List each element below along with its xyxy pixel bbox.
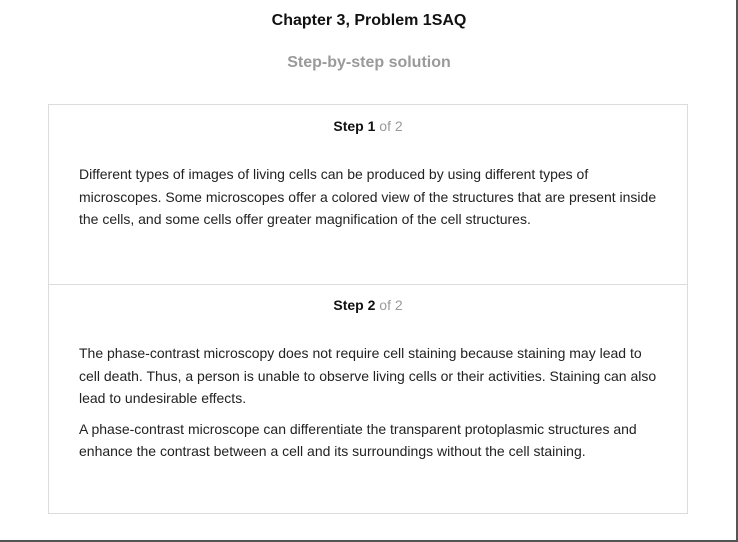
step-paragraph: A phase-contrast microscope can differen… xyxy=(79,420,637,460)
step-count: of 2 xyxy=(379,297,403,313)
step-header-1: Step 1 of 2 xyxy=(49,118,687,134)
page-title: Chapter 3, Problem 1SAQ xyxy=(271,12,467,29)
step-paragraph: Different types of images of living cell… xyxy=(79,166,657,227)
step-number: 1 xyxy=(367,118,376,134)
step-section-1: Step 1 of 2 Different types of images of… xyxy=(49,105,687,285)
step-label: Step xyxy=(333,118,364,134)
step-label: Step xyxy=(333,297,364,313)
solution-card: Step 1 of 2 Different types of images of… xyxy=(48,104,688,514)
step-count: of 2 xyxy=(379,118,403,134)
step-paragraph: The phase-contrast microscopy does not r… xyxy=(79,345,657,406)
step-body-2: The phase-contrast microscopy does not r… xyxy=(79,342,664,471)
step-section-2: Step 2 of 2 The phase-contrast microscop… xyxy=(49,284,687,513)
step-header-2: Step 2 of 2 xyxy=(49,297,687,313)
step-number: 2 xyxy=(367,297,376,313)
step-body-1: Different types of images of living cell… xyxy=(79,163,664,239)
page-subtitle: Step-by-step solution xyxy=(287,54,451,71)
